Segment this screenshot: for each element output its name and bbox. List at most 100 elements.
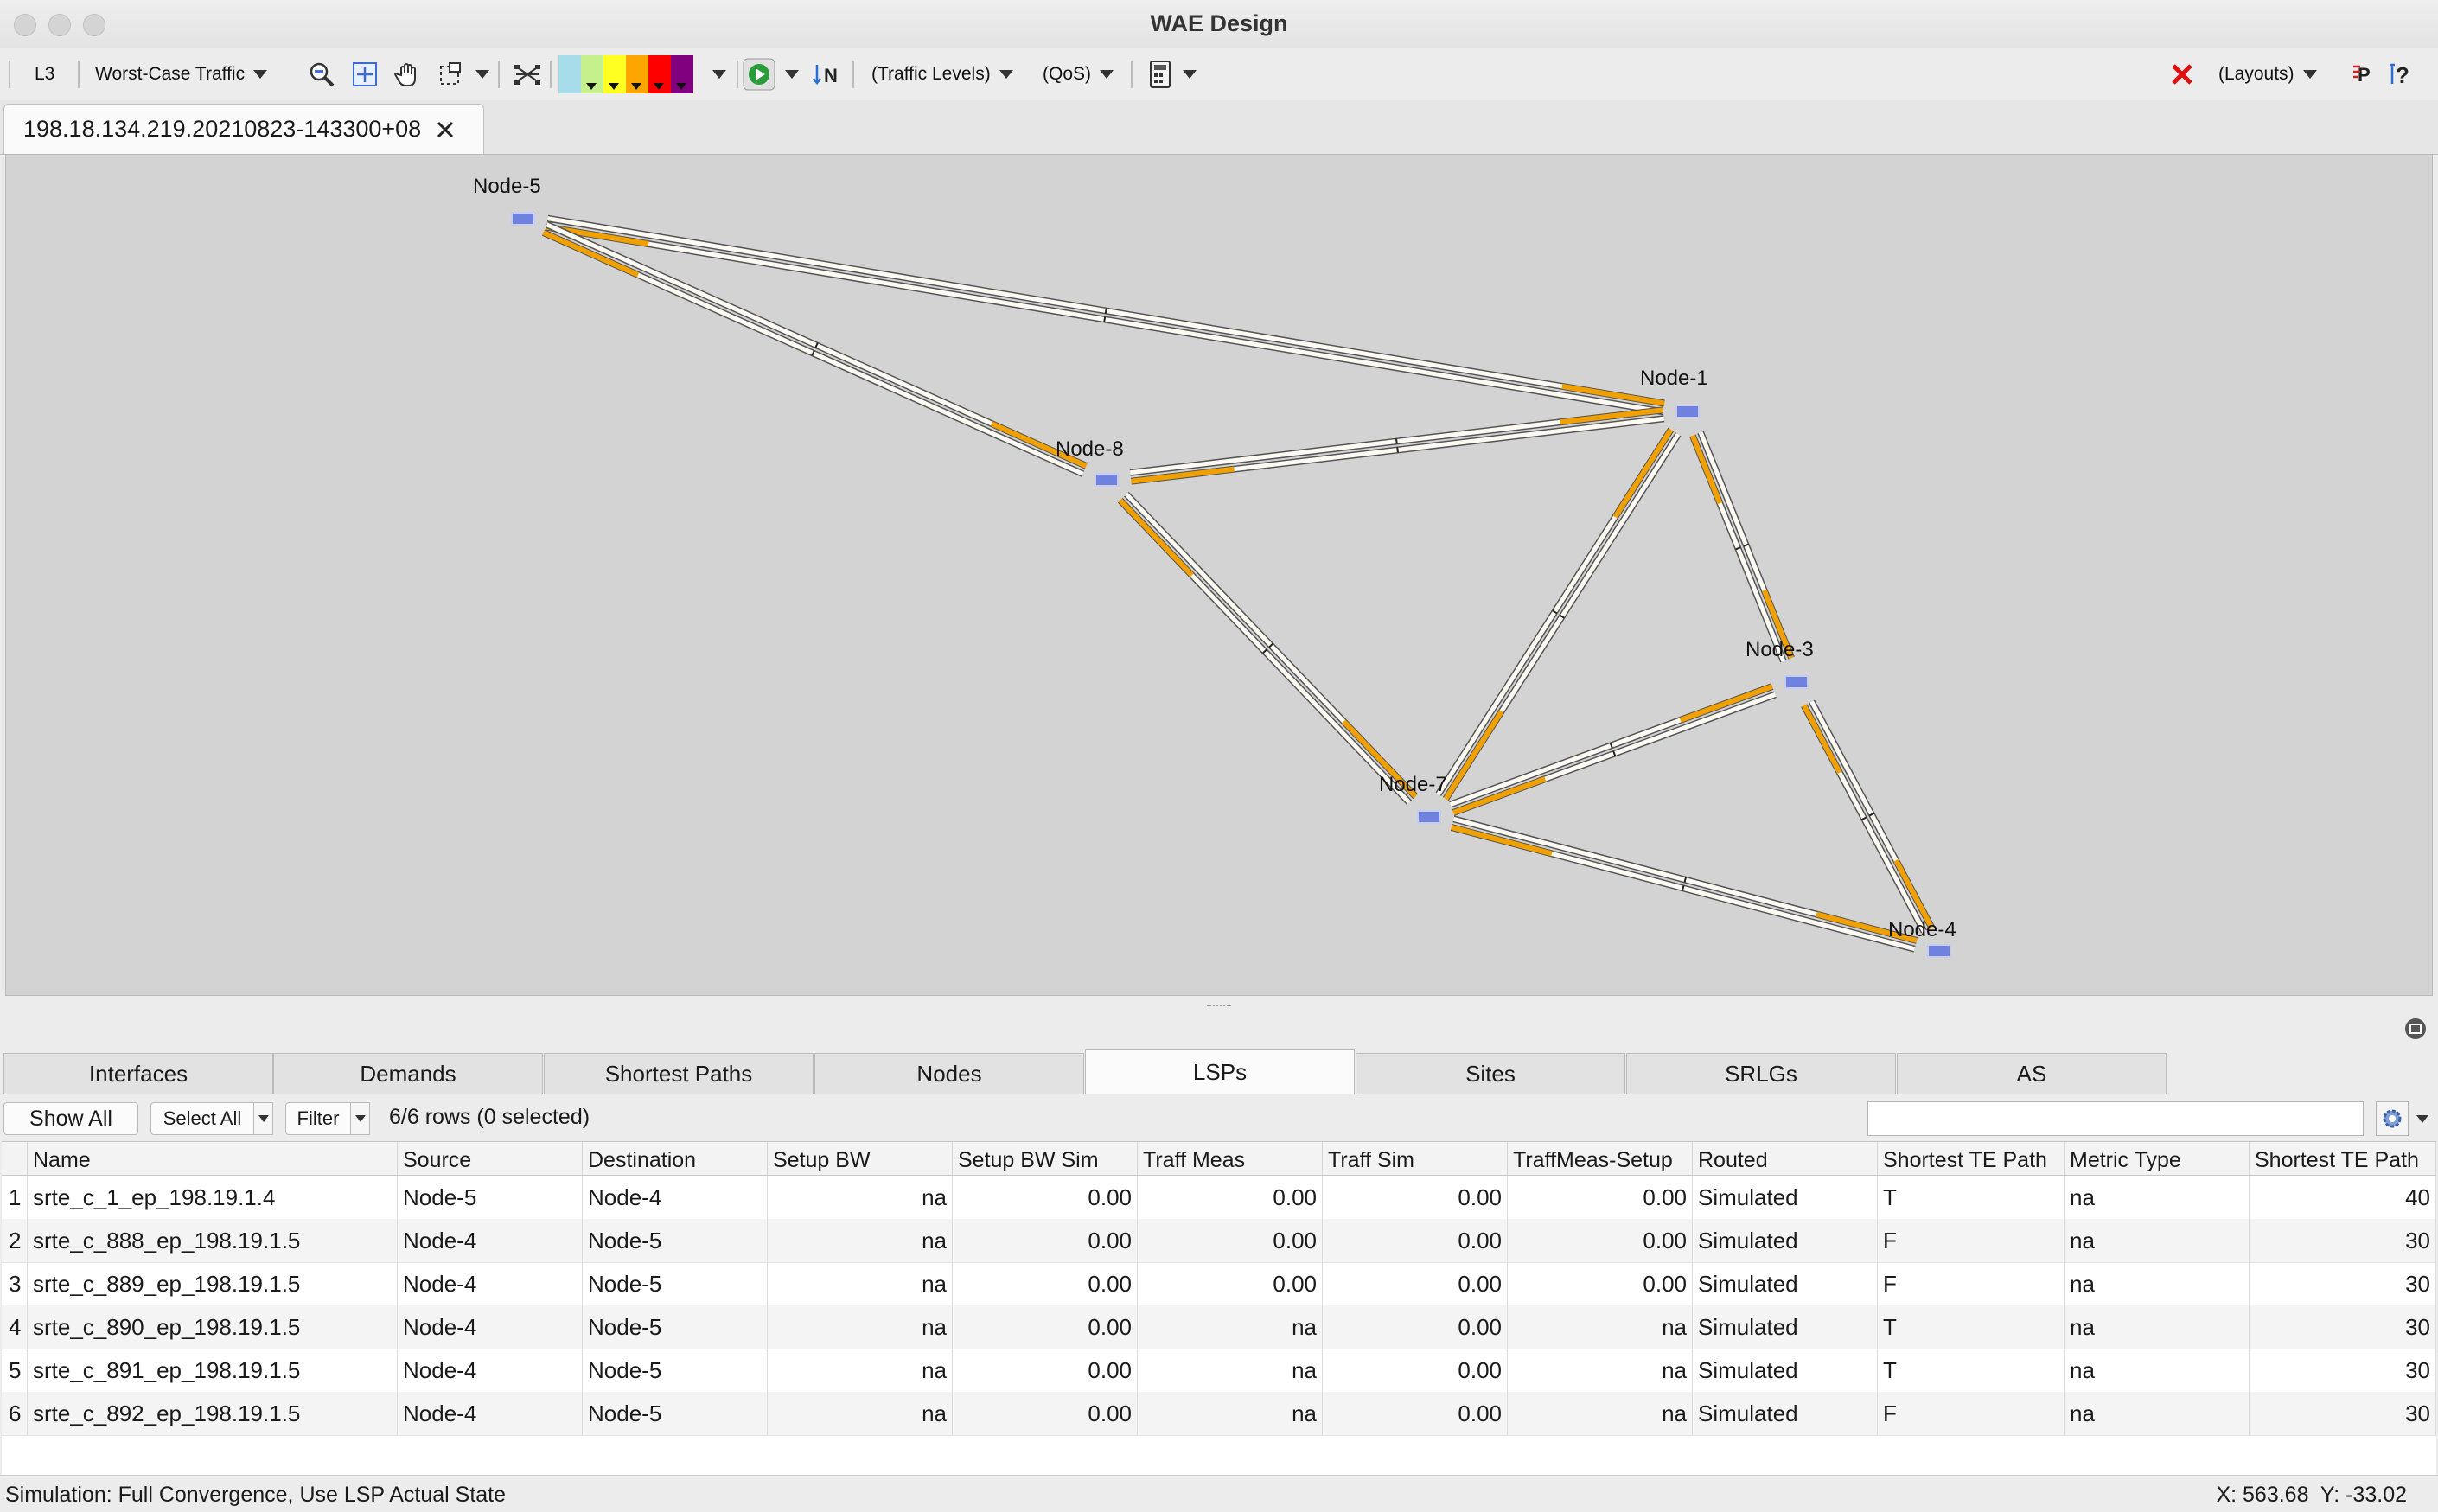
gear-icon [2383,1109,2402,1128]
legend-swatch [648,55,671,93]
table-row[interactable]: 1 srte_c_1_ep_198.19.1.4 Node-5 Node-4 na 0.0… [2,1176,2436,1220]
network-link[interactable] [1801,699,1935,934]
utilization-color-legend[interactable] [558,55,693,93]
node-icon[interactable] [511,212,535,226]
document-tab[interactable]: 198.18.134.219.20210823-143300+08 [3,104,484,154]
node-icon[interactable] [1927,944,1951,958]
node-icon[interactable] [1784,675,1809,689]
column-header[interactable]: Traff Sim [1323,1142,1508,1175]
plot-settings-icon[interactable]: P [2348,57,2383,92]
table-tabs: Interfaces Demands Shortest Paths Nodes LSPs… [0,1049,2438,1094]
column-header[interactable]: Shortest TE Path [1878,1142,2065,1175]
show-all-button[interactable]: Show All [3,1102,138,1135]
tab-demands[interactable]: Demands [273,1053,543,1094]
table-cell: 0.00 [1508,1219,1693,1262]
tab-lsps[interactable]: LSPs [1085,1049,1355,1094]
tab-as[interactable]: AS [1897,1053,2167,1094]
network-link[interactable] [1129,406,1665,485]
table-cell: srte_c_1_ep_198.19.1.4 [28,1176,398,1219]
table-row[interactable]: 4 srte_c_890_ep_198.19.1.5 Node-4 Node-5 na 0… [2,1305,2436,1349]
node-icon[interactable] [1675,405,1700,418]
pane-splitter[interactable] [0,996,2438,1039]
table-row[interactable]: 5 srte_c_891_ep_198.19.1.5 Node-4 Node-5 na 0… [2,1349,2436,1393]
network-layout-icon[interactable] [510,57,545,92]
network-link[interactable] [1117,492,1419,805]
traffic-levels-label: (Traffic Levels) [871,64,991,84]
table-cell: Node-5 [583,1219,768,1262]
network-link[interactable] [1450,815,1918,953]
tab-sites[interactable]: Sites [1356,1053,1625,1094]
traffic-levels-dropdown[interactable]: (Traffic Levels) [871,48,1013,100]
column-header[interactable]: Setup BW [768,1142,953,1175]
fit-to-view-icon[interactable] [348,57,382,92]
table-cell: srte_c_892_ep_198.19.1.5 [28,1392,398,1435]
pan-hand-icon[interactable] [391,57,425,92]
column-header[interactable]: Routed [1693,1142,1878,1175]
table-cell: F [1878,1262,2065,1305]
maximize-table-icon[interactable] [2403,1017,2428,1045]
select-region-dropdown[interactable] [467,48,489,100]
filter-button[interactable]: Filter [285,1102,351,1135]
table-cell: 30 [2250,1392,2436,1435]
network-link[interactable] [1689,431,1795,663]
help-icon[interactable]: ? [2384,57,2419,92]
tab-srlgs[interactable]: SRLGs [1626,1053,1896,1094]
node-icon[interactable] [1095,473,1119,487]
table-search-input[interactable] [1867,1101,2364,1136]
qos-dropdown[interactable]: (QoS) [1043,48,1114,100]
color-legend-dropdown[interactable] [704,48,726,100]
column-header[interactable]: Shortest TE Path [2250,1142,2436,1175]
table-cell: 40 [2250,1176,2436,1219]
tab-nodes[interactable]: Nodes [814,1053,1084,1094]
run-simulation-icon[interactable] [742,57,776,92]
table-cell: 0.00 [1323,1176,1508,1219]
column-settings-button[interactable] [2376,1101,2409,1136]
layer-selector[interactable]: L3 [35,48,54,100]
run-simulation-dropdown[interactable] [776,48,799,100]
network-link[interactable] [546,214,1665,416]
node-icon[interactable] [1417,810,1441,824]
column-header[interactable]: TraffMeas-Setup [1508,1142,1693,1175]
toolbar-separator [498,61,500,88]
table-row[interactable]: 2 srte_c_888_ep_198.19.1.5 Node-4 Node-5 na 0… [2,1219,2436,1263]
table-cell: na [1508,1349,1693,1392]
column-header[interactable]: Name [28,1142,398,1175]
table-cell: 30 [2250,1219,2436,1262]
column-header[interactable]: Destination [583,1142,768,1175]
column-header[interactable]: Source [398,1142,583,1175]
row-count: 6/6 rows (0 selected) [389,1105,590,1129]
select-all-button[interactable]: Select All [150,1102,254,1135]
calculator-dropdown[interactable] [1174,48,1197,100]
table-row[interactable]: 3 srte_c_889_ep_198.19.1.5 Node-4 Node-5 na 0… [2,1262,2436,1306]
traffic-mode-dropdown[interactable]: Worst-Case Traffic [95,48,268,100]
node-label: Node-8 [1056,437,1124,461]
calculator-icon[interactable] [1143,57,1178,92]
network-map-links [541,214,1935,953]
select-region-icon[interactable] [434,57,469,92]
table-cell: na [768,1392,953,1435]
simulation-status: Simulation: Full Convergence, Use LSP Ac… [5,1483,507,1507]
tab-shortest-paths[interactable]: Shortest Paths [544,1053,814,1094]
column-header[interactable]: Metric Type [2065,1142,2250,1175]
column-header[interactable]: Setup BW Sim [953,1142,1138,1175]
node-label: Node-7 [1379,773,1447,796]
zoom-search-icon[interactable] [304,57,339,92]
network-map-canvas[interactable]: Node-5 Node-1 Node-8 Node-3 Node-7 Node-4 [5,154,2433,996]
svg-text:?: ? [2396,62,2409,88]
close-tab-icon[interactable] [435,119,456,140]
splitter-grip [1207,1005,1231,1010]
sort-n-icon[interactable]: N [809,57,844,92]
tab-interfaces[interactable]: Interfaces [3,1053,273,1094]
layouts-dropdown[interactable]: (Layouts) [2218,48,2317,100]
filter-dropdown[interactable] [351,1102,370,1135]
chevron-down-icon [676,83,686,90]
select-all-dropdown[interactable] [254,1102,273,1135]
table-row[interactable]: 6 srte_c_892_ep_198.19.1.5 Node-4 Node-5 na 0… [2,1392,2436,1436]
clear-layout-icon[interactable] [2165,57,2199,92]
column-settings-dropdown[interactable] [2412,1101,2433,1136]
table-cell: na [1138,1392,1323,1435]
row-number: 2 [2,1219,28,1262]
column-header[interactable]: Traff Meas [1138,1142,1323,1175]
chevron-down-icon [475,70,489,79]
status-bar: Simulation: Full Convergence, Use LSP Ac… [0,1475,2438,1512]
